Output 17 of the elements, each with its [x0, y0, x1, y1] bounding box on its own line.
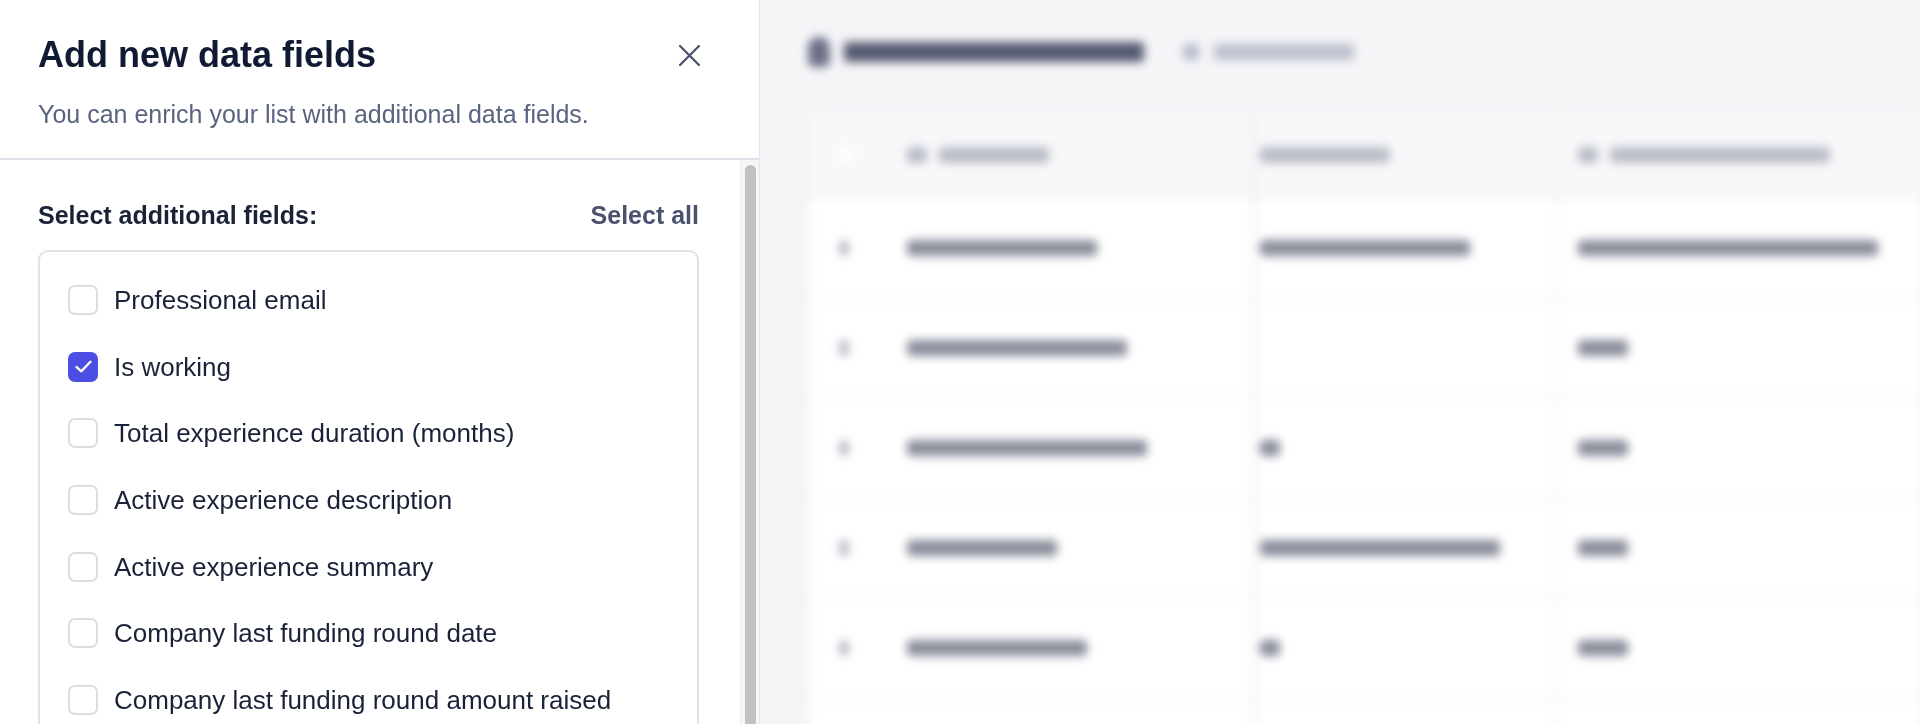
field-option-label[interactable]: Active experience summary	[114, 549, 434, 584]
select-all-link[interactable]: Select all	[590, 199, 699, 231]
checkbox[interactable]	[68, 351, 98, 382]
checkmark-icon	[74, 360, 92, 374]
field-option-label[interactable]: Is working	[114, 349, 232, 384]
scrollbar-thumb[interactable]	[744, 165, 756, 724]
field-option-label[interactable]: Active experience description	[114, 483, 453, 518]
field-option-label[interactable]: Total experience duration (months)	[114, 416, 515, 451]
section-heading: Select additional fields:	[38, 200, 318, 231]
close-icon	[679, 44, 700, 66]
field-option-label[interactable]: Company last funding round date	[114, 616, 498, 651]
field-option-label[interactable]: Company last funding round amount raised	[114, 682, 612, 717]
panel-subtitle: You can enrich your list with additional data fields.	[38, 99, 590, 130]
panel-title: Add new data fields	[38, 33, 377, 77]
scrollbar-track[interactable]	[740, 160, 759, 724]
field-option-label[interactable]: Professional email	[114, 283, 327, 318]
close-button[interactable]	[677, 42, 702, 68]
